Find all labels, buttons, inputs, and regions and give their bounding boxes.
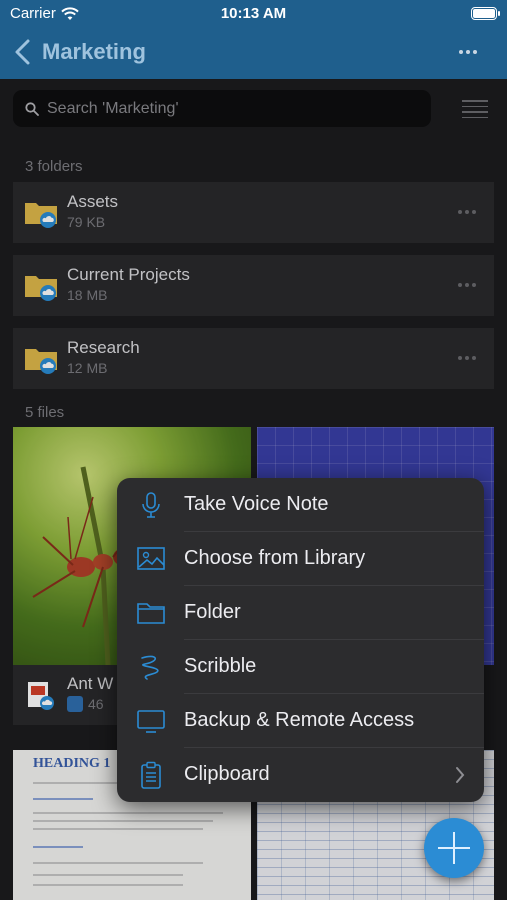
folder-icon	[137, 603, 165, 624]
menu-item-label: Take Voice Note	[184, 493, 329, 515]
navigation-bar: Carrier 10:13 AM Marketing	[0, 0, 507, 79]
menu-item-label: Scribble	[184, 655, 257, 677]
image-icon	[137, 547, 165, 570]
page-title: Marketing	[42, 39, 146, 64]
folders-section-header: 3 folders	[25, 158, 83, 175]
menu-item-folder[interactable]: Folder	[117, 586, 484, 640]
file-name: Ant W	[67, 674, 114, 693]
folder-size: 12 MB	[67, 360, 108, 376]
status-time: 10:13 AM	[220, 5, 287, 22]
folder-row[interactable]: Assets 79 KB	[13, 182, 494, 243]
add-menu: Take Voice Note Choose from Library Fold…	[117, 478, 484, 802]
menu-item-choose-library[interactable]: Choose from Library	[117, 532, 484, 586]
microphone-icon	[142, 492, 160, 518]
row-more-icon[interactable]	[458, 283, 476, 287]
ellipsis-icon[interactable]	[459, 50, 477, 54]
cloud-folder-icon	[25, 276, 57, 301]
menu-item-voice-note[interactable]: Take Voice Note	[117, 478, 484, 532]
cloud-folder-icon	[25, 203, 57, 228]
folder-row[interactable]: Current Projects 18 MB	[13, 255, 494, 316]
monitor-icon	[137, 710, 165, 733]
row-more-icon[interactable]	[458, 210, 476, 214]
folder-row[interactable]: Research 12 MB	[13, 328, 494, 389]
menu-item-label: Clipboard	[184, 763, 270, 785]
files-section-header: 5 files	[25, 404, 65, 421]
battery-icon	[471, 7, 500, 20]
menu-item-clipboard[interactable]: Clipboard	[117, 748, 484, 802]
chevron-right-icon	[456, 767, 465, 783]
doc-heading: HEADING 1	[33, 756, 111, 771]
row-more-icon[interactable]	[458, 356, 476, 360]
add-button[interactable]	[424, 818, 484, 878]
folder-size: 18 MB	[67, 287, 108, 303]
menu-item-label: Folder	[184, 601, 241, 623]
search-placeholder: Search 'Marketing'	[47, 99, 179, 117]
menu-item-label: Backup & Remote Access	[184, 709, 415, 731]
chevron-left-icon[interactable]	[12, 38, 34, 66]
folder-size: 79 KB	[67, 214, 106, 230]
file-size: 46	[88, 696, 104, 712]
cloud-folder-icon	[25, 349, 57, 374]
status-bar: Carrier 10:13 AM	[0, 0, 507, 28]
search-field[interactable]: Search 'Marketing'	[13, 90, 431, 127]
menu-item-scribble[interactable]: Scribble	[117, 640, 484, 694]
search-icon	[25, 101, 39, 116]
clipboard-icon	[141, 761, 161, 789]
folder-name: Current Projects	[67, 265, 190, 284]
menu-item-label: Choose from Library	[184, 547, 366, 569]
folder-name: Research	[67, 338, 140, 357]
cloud-image-file-icon	[28, 682, 54, 710]
scribble-icon	[141, 655, 159, 680]
link-icon	[67, 696, 83, 712]
menu-item-backup-remote[interactable]: Backup & Remote Access	[117, 694, 484, 748]
folder-name: Assets	[67, 192, 119, 211]
sort-lines-icon[interactable]	[462, 100, 488, 118]
